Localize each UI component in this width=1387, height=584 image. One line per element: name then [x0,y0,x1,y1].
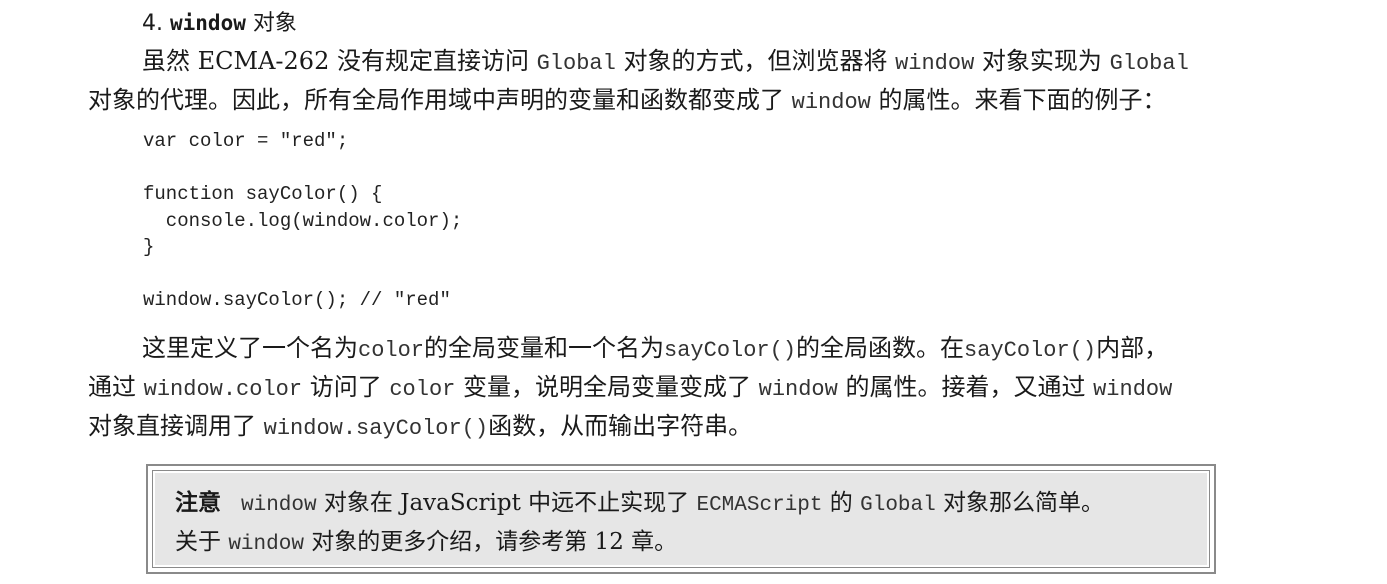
section-heading: 4. window 对象 [142,8,297,39]
inline-code: ECMAScript [696,494,823,517]
note-line-1-text: window 对象在 JavaScript 中远不止实现了 ECMAScript… [241,490,1105,517]
paragraph-1-line-1: 虽然 ECMA-262 没有规定直接访问 Global 对象的方式，但浏览器将 … [142,41,1342,84]
text-run: 对象的代理。因此，所有全局作用域中声明的变量和函数都变成了 [88,86,792,114]
inline-code: window [228,533,304,556]
inline-code: Global [536,51,616,76]
text-run: 通过 [88,373,144,401]
note-background: 注意 window 对象在 JavaScript 中远不止实现了 ECMAScri… [155,473,1207,565]
inline-code: Global [1109,51,1189,76]
paragraph-2-line-3: 对象直接调用了 window.sayColor()函数，从而输出字符串。 [88,406,1288,449]
text-run: 的属性。来看下面的例子： [870,86,1167,114]
text-run: 的 [822,490,861,516]
text-run: 对象在 JavaScript 中远不止实现了 [316,490,697,516]
inline-code: color [358,338,425,363]
text-run: 虽然 ECMA-262 没有规定直接访问 [142,47,537,75]
text-run: 对象直接调用了 [88,412,264,440]
text-run: 对象的方式，但浏览器将 [615,47,896,75]
paragraph-2-line-1: 这里定义了一个名为color的全局变量和一个名为sayColor()的全局函数。… [142,328,1342,371]
inline-code: sayColor() [664,338,797,363]
inline-code: sayColor() [964,338,1097,363]
note-line-1: 注意 window 对象在 JavaScript 中远不止实现了 ECMAScri… [175,484,1215,525]
text-run: 对象的更多介绍，请参考第 12 章。 [303,529,678,555]
text-run: 的全局函数。在 [796,334,965,362]
inline-code: window.color [143,377,303,402]
text-run: 访问了 [302,373,390,401]
inline-code: window.sayColor() [263,416,489,441]
text-run: 关于 [175,529,229,555]
text-run: 对象实现为 [974,47,1110,75]
inline-code: window [895,51,975,76]
section-heading-text: 对象 [245,11,297,36]
code-block: var color = "red"; function sayColor() {… [143,130,463,311]
paragraph-2-line-2: 通过 window.color 访问了 color 变量，说明全局变量变成了 w… [88,367,1288,410]
text-run: 函数，从而输出字符串。 [488,412,753,440]
inline-code: window [1093,377,1173,402]
text-run: 这里定义了一个名为 [142,334,358,362]
inline-code: window [241,494,317,517]
text-run: 变量，说明全局变量变成了 [455,373,759,401]
inline-code: window [758,377,838,402]
text-run: 对象那么简单。 [935,490,1105,516]
text-run: 的属性。接着，又通过 [837,373,1094,401]
text-run: 的全局变量和一个名为 [424,334,665,362]
section-heading-code: window [170,11,246,35]
note-label: 注意 [175,490,221,516]
inline-code: Global [860,494,936,517]
note-line-2: 关于 window 对象的更多介绍，请参考第 12 章。 [175,523,1215,564]
paragraph-1-line-2: 对象的代理。因此，所有全局作用域中声明的变量和函数都变成了 window 的属性… [88,80,1288,123]
inline-code: window [791,90,871,115]
section-number: 4. [142,11,163,36]
note-box: 注意 window 对象在 JavaScript 中远不止实现了 ECMAScri… [146,464,1216,574]
text-run: 内部， [1096,334,1169,362]
inline-code: color [389,377,456,402]
